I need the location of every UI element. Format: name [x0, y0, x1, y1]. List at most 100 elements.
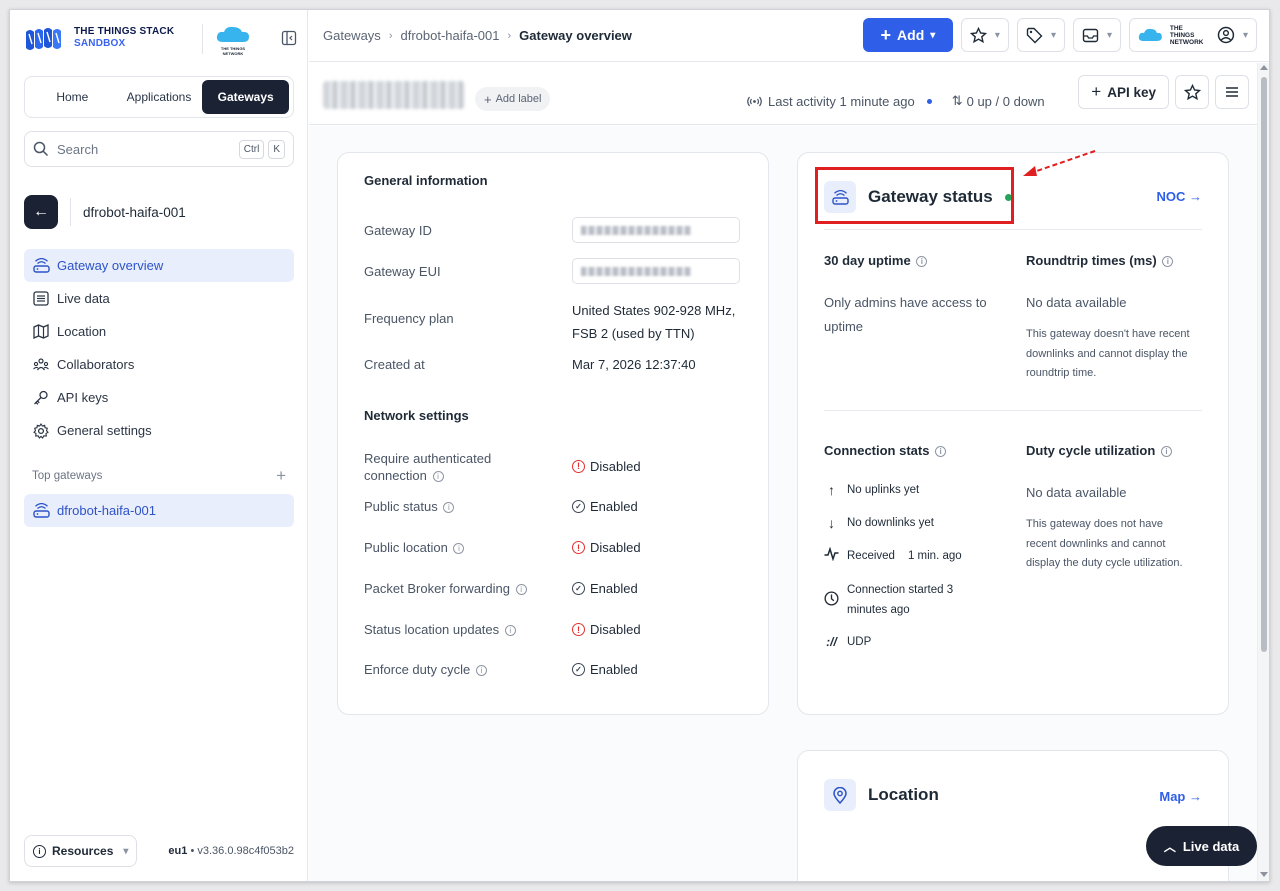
arrow-down-icon: ↓: [828, 515, 835, 531]
sidebar-item-label: General settings: [57, 423, 152, 438]
noc-link[interactable]: NOC →: [1157, 189, 1203, 204]
breadcrumb-current: Gateway overview: [519, 28, 632, 43]
setting-label: Require authenticated connection i: [364, 450, 744, 484]
back-button[interactable]: ←: [24, 195, 58, 229]
info-icon[interactable]: i: [935, 446, 947, 458]
setting-status: ! Disabled: [572, 540, 641, 555]
gateway-menu: Gateway overview Live data Location Coll…: [24, 249, 294, 447]
api-key-button[interactable]: + API key: [1078, 75, 1169, 109]
connection-started-text: Connection started 3 minutes ago: [847, 581, 953, 620]
info-icon[interactable]: i: [1162, 256, 1174, 268]
sidebar-item-general-settings[interactable]: General settings: [24, 414, 294, 447]
divider: [824, 229, 1202, 230]
last-activity: Last activity 1 minute ago: [768, 93, 915, 109]
uplinks-text: No uplinks yet: [847, 484, 920, 496]
setting-status: ! Disabled: [572, 622, 641, 637]
brand-divider: [202, 24, 203, 54]
sidebar-item-api-keys[interactable]: API keys: [24, 381, 294, 414]
setting-require-auth: Require authenticated connection i ! Dis…: [364, 450, 744, 484]
live-data-button[interactable]: ︿ Live data: [1146, 826, 1257, 866]
add-button[interactable]: + Add ▾: [862, 18, 953, 52]
sidebar-item-label: Collaborators: [57, 357, 135, 372]
arrow-up-icon: ↑: [828, 482, 835, 498]
chevron-down-icon: ▾: [1106, 29, 1112, 41]
sidebar-item-collaborators[interactable]: Collaborators: [24, 348, 294, 381]
setting-label-line-2: connection: [364, 468, 427, 483]
context-divider: [70, 198, 71, 226]
header-actions: + Add ▾ ▾ ▾ ▾ THE THINGS NETWORK ▾: [862, 18, 1257, 52]
sidebar-item-location[interactable]: Location: [24, 315, 294, 348]
tab-gateways[interactable]: Gateways: [202, 80, 290, 114]
sidebar-item-top-gateway[interactable]: dfrobot-haifa-001: [24, 494, 294, 527]
setting-enforce-duty-cycle: Enforce duty cycle i ✓ Enabled: [364, 662, 744, 677]
status-text: Enabled: [590, 581, 638, 596]
more-menu-button[interactable]: [1215, 75, 1249, 109]
labels-button[interactable]: ▾: [1016, 18, 1065, 52]
sidebar-item-gateway-overview[interactable]: Gateway overview: [24, 249, 294, 282]
plus-icon: +: [880, 24, 892, 45]
sidebar-item-live-data[interactable]: Live data: [24, 282, 294, 315]
api-key-label: API key: [1107, 84, 1156, 100]
duty-note-line-3: display the duty cycle utilization.: [1026, 557, 1183, 569]
info-icon[interactable]: i: [1160, 446, 1172, 458]
add-label-text: Add label: [495, 93, 542, 105]
sidebar-collapse-icon[interactable]: [281, 30, 297, 46]
scroll-down-arrow-icon[interactable]: [1260, 872, 1268, 877]
account-menu-button[interactable]: THE THINGS NETWORK ▾: [1129, 18, 1257, 52]
brand-line-2: SANDBOX: [74, 38, 126, 49]
info-icon[interactable]: i: [443, 502, 455, 514]
star-button[interactable]: [1175, 75, 1209, 109]
sidebar-item-label: Location: [57, 324, 107, 339]
notifications-button[interactable]: ▾: [1072, 18, 1121, 52]
scrollbar-thumb[interactable]: [1261, 77, 1267, 652]
resources-button[interactable]: i Resources ▾: [24, 835, 138, 867]
page-scrollbar[interactable]: [1257, 63, 1269, 881]
connection-stats-heading: Connection stats i: [824, 443, 947, 458]
breadcrumb-gateway[interactable]: dfrobot-haifa-001: [400, 28, 499, 43]
account-logo-text: THE THINGS NETWORK: [1170, 25, 1209, 46]
map-icon: [32, 323, 50, 341]
gateway-context: ← dfrobot-haifa-001: [24, 194, 294, 230]
info-icon[interactable]: i: [475, 665, 487, 677]
gateway-title-redacted: [323, 81, 465, 109]
chevron-down-icon: ▾: [994, 29, 1000, 41]
user-avatar-icon: [1217, 26, 1235, 44]
info-icon[interactable]: i: [515, 584, 527, 596]
cloud-icon: [1138, 28, 1162, 41]
stat-downlinks: ↓ No downlinks yet: [824, 514, 934, 534]
gateway-eui-field-redacted[interactable]: [572, 258, 740, 284]
info-icon[interactable]: i: [453, 543, 465, 555]
tab-home[interactable]: Home: [29, 80, 116, 114]
roundtrip-note-line-2: downlinks and cannot display the: [1026, 347, 1188, 360]
router-icon: [32, 257, 50, 275]
received-label: Received: [847, 550, 895, 562]
gateway-id-field-redacted[interactable]: [572, 217, 740, 243]
info-icon[interactable]: i: [916, 256, 928, 268]
general-info-card: General information Gateway ID Gateway E…: [337, 152, 769, 715]
info-icon[interactable]: i: [432, 471, 444, 483]
info-circle-icon: i: [33, 844, 46, 858]
scroll-up-arrow-icon[interactable]: [1260, 65, 1268, 70]
stat-uplinks: ↑ No uplinks yet: [824, 481, 919, 501]
check-circle-icon: ✓: [572, 500, 585, 513]
info-icon[interactable]: i: [504, 625, 516, 637]
main-nav-tabs: Home Applications Gateways: [24, 76, 294, 118]
breadcrumb-gateways[interactable]: Gateways: [323, 28, 381, 43]
gear-icon: [32, 422, 50, 440]
search-input[interactable]: Search Ctrl K: [24, 131, 294, 167]
pulse-icon: [824, 547, 839, 561]
tts-logo-icon[interactable]: [24, 26, 68, 52]
top-gateways-list: dfrobot-haifa-001: [24, 494, 294, 527]
map-link[interactable]: Map →: [1159, 789, 1202, 804]
star-icon: [1183, 83, 1201, 100]
bookmarks-button[interactable]: ▾: [960, 18, 1009, 52]
clock-icon: [824, 590, 839, 607]
chevron-right-icon: ›: [388, 29, 393, 42]
duty-cycle-heading: Duty cycle utilization i: [1026, 443, 1172, 458]
gateway-actions: + API key: [1078, 75, 1249, 109]
plus-icon[interactable]: +: [276, 466, 286, 486]
router-icon: [32, 502, 50, 520]
add-label-button[interactable]: + Add label: [475, 87, 551, 111]
sidebar-item-label: dfrobot-haifa-001: [57, 503, 157, 518]
tab-applications[interactable]: Applications: [116, 80, 203, 114]
